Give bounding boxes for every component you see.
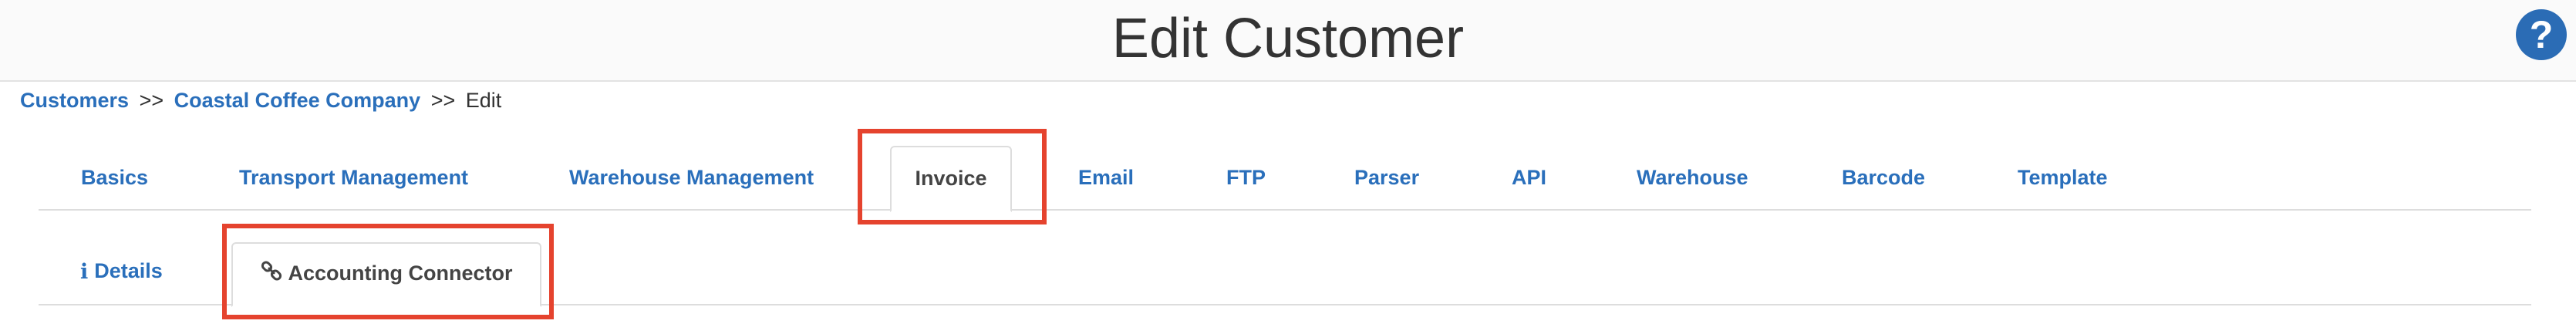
tab-email[interactable]: Email — [1078, 166, 1134, 190]
page-header: Edit Customer ? — [0, 0, 2576, 82]
tab-template[interactable]: Template — [2018, 166, 2108, 190]
page-title: Edit Customer — [1111, 8, 1465, 69]
tab-warehouse-management[interactable]: Warehouse Management — [569, 166, 814, 190]
tab-accounting-connector-label: Accounting Connector — [288, 262, 513, 285]
tab-ftp[interactable]: FTP — [1226, 166, 1266, 190]
tab-details[interactable]: ℹ Details — [80, 259, 163, 284]
breadcrumb-current: Edit — [465, 89, 502, 112]
question-circle-icon[interactable]: ? — [2516, 9, 2567, 60]
tab-warehouse[interactable]: Warehouse — [1637, 166, 1748, 190]
breadcrumb-separator: >> — [139, 89, 164, 112]
tab-transport-management[interactable]: Transport Management — [239, 166, 468, 190]
tab-parser[interactable]: Parser — [1354, 166, 1419, 190]
breadcrumb-separator: >> — [430, 89, 456, 112]
tab-invoice[interactable]: Invoice — [890, 146, 1012, 212]
breadcrumb-link-customer[interactable]: Coastal Coffee Company — [174, 89, 421, 112]
tab-api[interactable]: API — [1512, 166, 1546, 190]
breadcrumb: Customers >> Coastal Coffee Company >> E… — [20, 85, 501, 116]
tab-barcode[interactable]: Barcode — [1842, 166, 1925, 190]
link-icon — [261, 245, 282, 304]
tab-details-label: Details — [94, 259, 163, 282]
tab-basics[interactable]: Basics — [81, 166, 148, 190]
sub-tab-bar: ℹ Details Accounting Connector — [39, 241, 2531, 307]
breadcrumb-link-customers[interactable]: Customers — [20, 89, 129, 112]
main-tab-bar: Basics Transport Management Warehouse Ma… — [39, 143, 2531, 212]
info-icon: ℹ — [80, 260, 89, 284]
tab-accounting-connector[interactable]: Accounting Connector — [231, 242, 541, 307]
